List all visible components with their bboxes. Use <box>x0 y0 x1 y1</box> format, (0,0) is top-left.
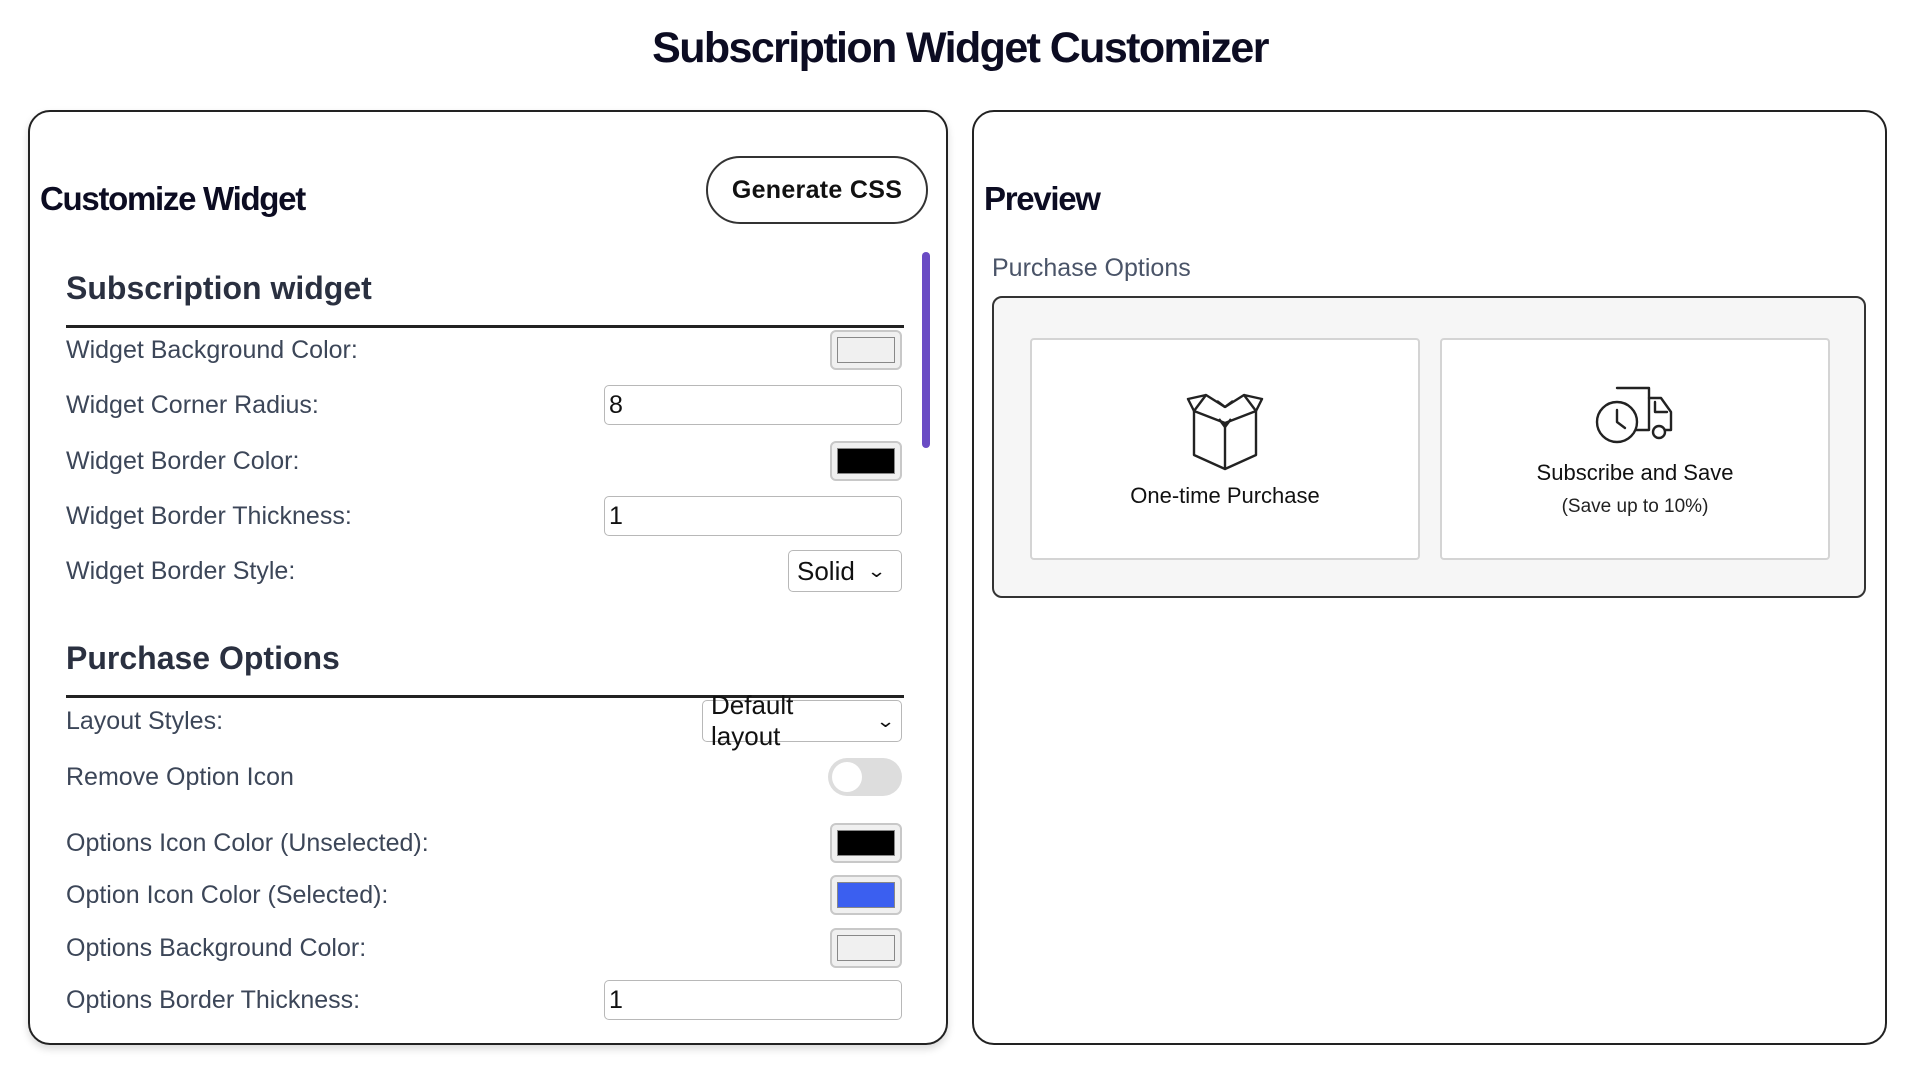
remove-option-icon-toggle[interactable] <box>828 758 902 796</box>
customize-panel: Customize Widget Generate CSS Subscripti… <box>28 110 948 1045</box>
widget-border-style-select[interactable]: Solid ⌄ <box>788 550 902 592</box>
options-border-thickness-input[interactable]: 1 <box>604 980 902 1020</box>
row-widget-border-style: Widget Border Style: Solid ⌄ <box>66 549 902 593</box>
option-icon-color-selected-picker[interactable] <box>830 875 902 915</box>
widget-border-style-value: Solid <box>797 555 855 586</box>
option-title: Subscribe and Save <box>1536 460 1734 485</box>
label-widget-background-color: Widget Background Color: <box>66 335 358 364</box>
chevron-down-icon: ⌄ <box>866 560 887 581</box>
purchase-options-widget: One-time Purchase Subscribe and Save (Sa… <box>992 296 1866 598</box>
option-title: One-time Purchase <box>1130 483 1320 508</box>
widget-background-color-picker[interactable] <box>830 330 902 370</box>
row-options-icon-color-unselected: Options Icon Color (Unselected): <box>66 821 902 865</box>
layout-styles-select[interactable]: Default layout ⌄ <box>702 690 902 751</box>
option-subscribe-and-save[interactable]: Subscribe and Save (Save up to 10%) <box>1440 338 1830 560</box>
preview-panel: Preview Purchase Options One-time Purcha… <box>972 110 1887 1045</box>
settings-scroll-area[interactable]: Subscription widget Widget Background Co… <box>30 252 935 1032</box>
widget-border-color-picker[interactable] <box>830 441 902 481</box>
preview-title: Preview <box>984 180 1101 217</box>
toggle-knob <box>832 762 862 792</box>
box-icon <box>1186 393 1264 471</box>
row-options-border-thickness: Options Border Thickness: 1 <box>66 978 902 1022</box>
label-layout-styles: Layout Styles: <box>66 706 224 735</box>
options-background-color-picker[interactable] <box>830 928 902 968</box>
label-widget-border-thickness: Widget Border Thickness: <box>66 501 352 530</box>
label-options-icon-color-unselected: Options Icon Color (Unselected): <box>66 828 429 857</box>
scrollbar-thumb[interactable] <box>922 252 930 448</box>
row-remove-option-icon: Remove Option Icon <box>66 755 902 799</box>
label-options-border-thickness: Options Border Thickness: <box>66 985 361 1014</box>
label-option-icon-color-selected: Option Icon Color (Selected): <box>66 880 389 909</box>
label-widget-border-style: Widget Border Style: <box>66 556 296 585</box>
option-one-time-purchase[interactable]: One-time Purchase <box>1030 338 1420 560</box>
generate-css-button[interactable]: Generate CSS <box>706 156 928 224</box>
option-subtitle: (Save up to 10%) <box>1561 496 1709 517</box>
row-layout-styles: Layout Styles: Default layout ⌄ <box>66 690 902 751</box>
widget-border-thickness-input[interactable]: 1 <box>604 496 902 536</box>
label-remove-option-icon: Remove Option Icon <box>66 762 294 791</box>
options-icon-color-unselected-picker[interactable] <box>830 823 902 863</box>
section-heading-subscription-widget: Subscription widget <box>66 270 904 328</box>
row-widget-background-color: Widget Background Color: <box>66 328 902 372</box>
row-widget-corner-radius: Widget Corner Radius: 8 <box>66 383 902 427</box>
chevron-down-icon: ⌄ <box>875 710 896 731</box>
page-title: Subscription Widget Customizer <box>652 24 1269 72</box>
widget-corner-radius-input[interactable]: 8 <box>604 385 902 425</box>
label-widget-corner-radius: Widget Corner Radius: <box>66 390 319 419</box>
row-widget-border-thickness: Widget Border Thickness: 1 <box>66 494 902 538</box>
row-options-background-color: Options Background Color: <box>66 926 902 970</box>
purchase-options-label: Purchase Options <box>992 254 1191 282</box>
label-options-background-color: Options Background Color: <box>66 933 367 962</box>
label-widget-border-color: Widget Border Color: <box>66 446 300 475</box>
row-option-icon-color-selected: Option Icon Color (Selected): <box>66 873 902 917</box>
delivery-truck-clock-icon <box>1595 386 1673 444</box>
row-widget-border-color: Widget Border Color: <box>66 439 902 483</box>
layout-styles-value: Default layout <box>711 690 794 751</box>
customize-widget-title: Customize Widget <box>40 180 306 217</box>
